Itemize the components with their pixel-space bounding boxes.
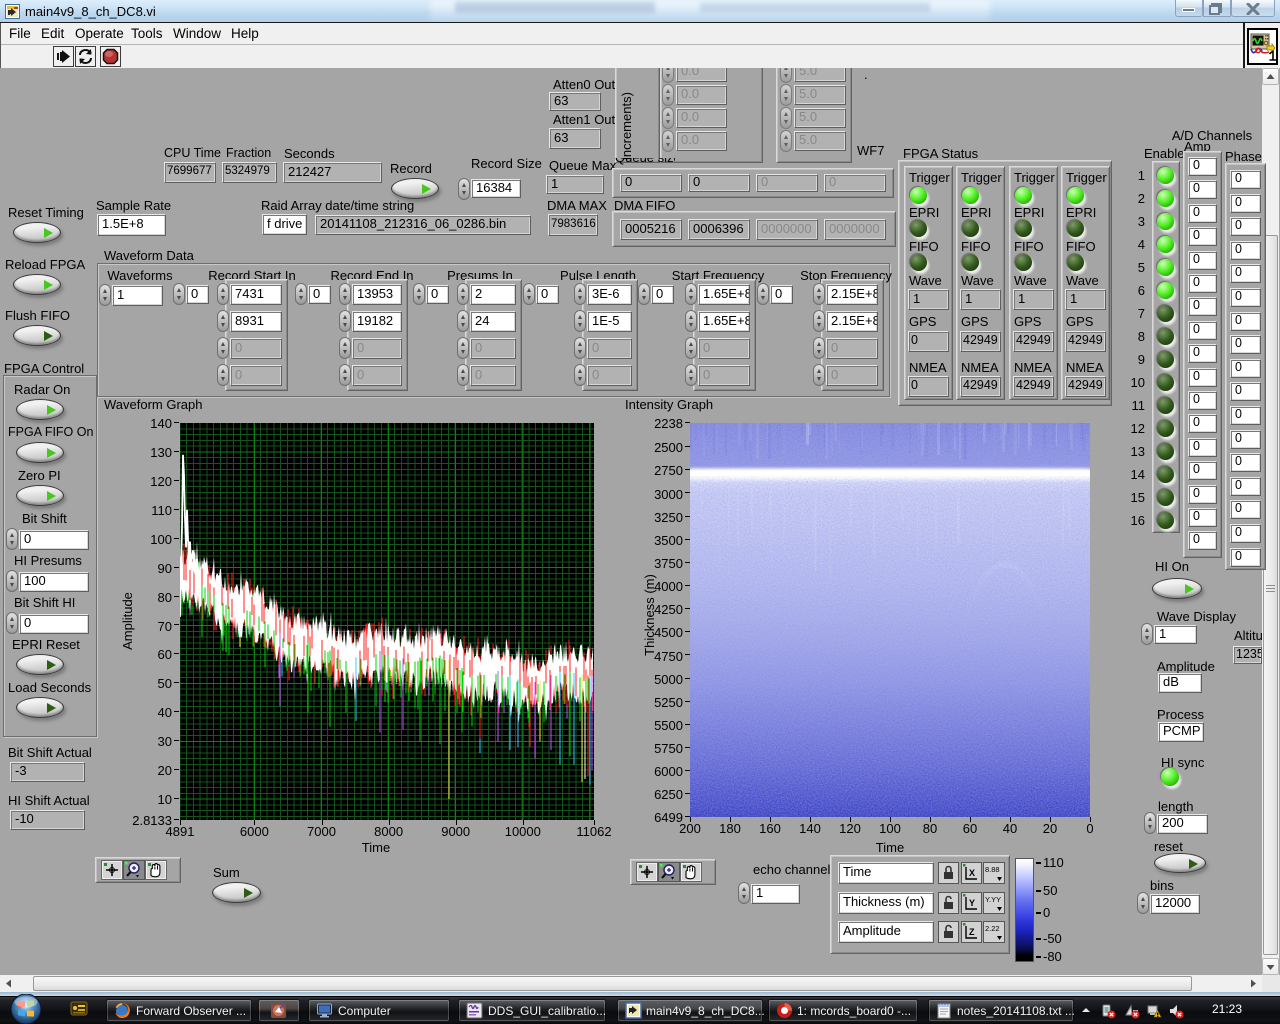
- svg-text:Y: Y: [969, 898, 975, 908]
- svg-text:X: X: [969, 868, 975, 878]
- svg-text:2.22: 2.22: [985, 924, 1000, 933]
- svg-text:Y.YY: Y.YY: [985, 895, 1001, 904]
- svg-text:Z: Z: [969, 927, 975, 937]
- svg-text:8.88: 8.88: [985, 865, 1000, 874]
